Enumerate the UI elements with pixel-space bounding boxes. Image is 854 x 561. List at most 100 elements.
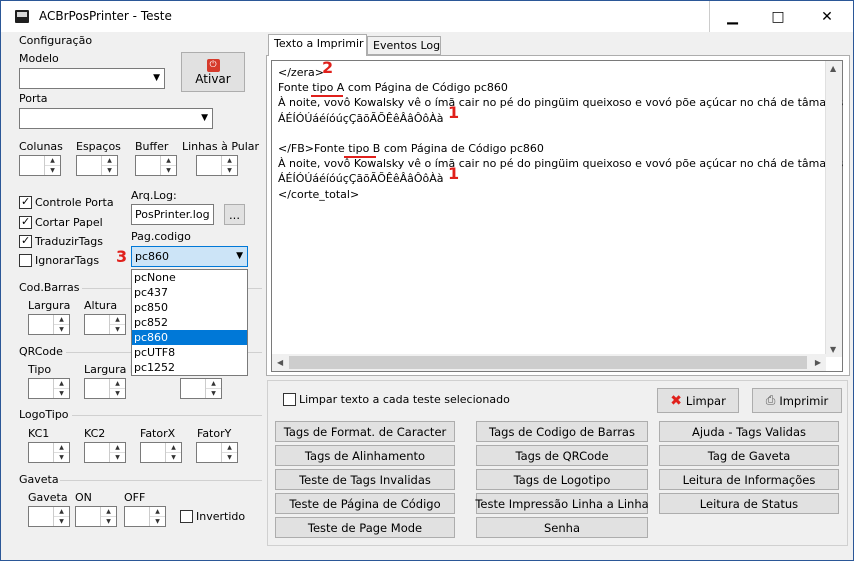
tags-codigo-barras-button[interactable]: Tags de Codigo de Barras [476, 421, 648, 442]
limpar-texto-checkbox[interactable]: Limpar texto a cada teste selecionado [283, 393, 510, 406]
limpar-button[interactable]: ✖ Limpar [657, 388, 739, 413]
pagcodigo-select[interactable]: pc860 ▼ [131, 246, 248, 267]
marker-1-b: 1 [448, 164, 460, 183]
gaveta-spinner[interactable]: ▲ ▼ [28, 506, 70, 527]
codbarras-group-title: Cod.Barras [19, 281, 80, 294]
marker-2: 2 [322, 58, 334, 77]
dropdown-option[interactable]: pc1252 [132, 360, 247, 375]
qrcode-tipo-label: Tipo [28, 363, 52, 376]
teste-pagina-codigo-button[interactable]: Teste de Página de Código [275, 493, 455, 514]
teste-impressao-linha-button[interactable]: Teste Impressão Linha a Linha [475, 493, 649, 514]
dropdown-option[interactable]: pc852 [132, 315, 247, 330]
tag-gaveta-button[interactable]: Tag de Gaveta [659, 445, 839, 466]
qrcode-group-title: QRCode [19, 345, 63, 358]
codbarras-largura-spinner[interactable]: ▲ ▼ [28, 314, 70, 335]
ajuda-tags-validas-button[interactable]: Ajuda - Tags Validas [659, 421, 839, 442]
ativar-button[interactable]: ⏻ Ativar [181, 52, 245, 92]
pagcodigo-dropdown-list: pcNone pc437 pc850 pc852 pc860 pcUTF8 pc… [131, 269, 248, 376]
printer-icon: ⎙ [765, 393, 776, 407]
arqlog-label: Arq.Log: [131, 189, 177, 202]
tags-alinhamento-button[interactable]: Tags de Alinhamento [275, 445, 455, 466]
dropdown-option-selected[interactable]: pc860 [132, 330, 247, 345]
teste-page-mode-button[interactable]: Teste de Page Mode [275, 517, 455, 538]
modelo-select[interactable]: ▼ [19, 68, 165, 89]
underline-tipo-a [311, 95, 343, 97]
porta-label: Porta [19, 92, 48, 105]
marker-3: 3 [116, 247, 128, 266]
chevron-down-icon: ▼ [153, 73, 160, 83]
main-window: ACBrPosPrinter - Teste ▁ □ ✕ Configuraçã… [0, 0, 854, 561]
logotipo-group-title: LogoTipo [19, 408, 69, 421]
espacos-spinner[interactable]: ▲ ▼ [76, 155, 118, 176]
on-label: ON [75, 491, 92, 504]
linhas-label: Linhas à Pular [182, 140, 260, 153]
gaveta-label: Gaveta [28, 491, 68, 504]
horizontal-scrollbar[interactable]: ◀ ▶ [272, 354, 826, 371]
dropdown-option[interactable]: pcUTF8 [132, 345, 247, 360]
codbarras-altura-label: Altura [84, 299, 118, 312]
off-label: OFF [124, 491, 146, 504]
tags-logotipo-button[interactable]: Tags de Logotipo [476, 469, 648, 490]
ignorar-tags-checkbox[interactable]: IgnorarTags [19, 254, 99, 267]
linhas-spinner[interactable]: ▲ ▼ [196, 155, 238, 176]
on-spinner[interactable]: ▲ ▼ [75, 506, 117, 527]
colunas-spinner[interactable]: ▲ ▼ [19, 155, 61, 176]
invertido-checkbox[interactable]: Invertido [180, 510, 245, 523]
underline-tipo-b [344, 156, 376, 158]
gaveta-group-title: Gaveta [19, 473, 59, 486]
codbarras-largura-label: Largura [28, 299, 71, 312]
kc1-spinner[interactable]: ▲ ▼ [28, 442, 70, 463]
imprimir-button[interactable]: ⎙ Imprimir [752, 388, 842, 413]
window-title: ACBrPosPrinter - Teste [39, 9, 172, 23]
actions-panel: Limpar texto a cada teste selecionado ✖ L… [267, 380, 848, 546]
modelo-label: Modelo [19, 52, 59, 65]
title-bar: ACBrPosPrinter - Teste ▁ □ ✕ [1, 1, 853, 32]
kc2-spinner[interactable]: ▲ ▼ [84, 442, 126, 463]
clear-x-icon: ✖ [670, 392, 682, 409]
buffer-label: Buffer [135, 140, 169, 153]
qrcode-tipo-spinner[interactable]: ▲ ▼ [28, 378, 70, 399]
leitura-informacoes-button[interactable]: Leitura de Informações [659, 469, 839, 490]
browse-button[interactable]: ... [224, 204, 245, 225]
minimize-button[interactable]: ▁ [709, 1, 755, 32]
tags-qrcode-button[interactable]: Tags de QRCode [476, 445, 648, 466]
porta-select[interactable]: ▼ [19, 108, 213, 129]
tab-texto-imprimir[interactable]: Texto a Imprimir [268, 34, 367, 56]
traduzir-tags-checkbox[interactable]: TraduzirTags [19, 234, 103, 248]
app-icon [15, 10, 29, 23]
vertical-scrollbar[interactable]: ▲ ▼ [825, 61, 842, 357]
dropdown-option[interactable]: pc850 [132, 300, 247, 315]
codbarras-altura-spinner[interactable]: ▲ ▼ [84, 314, 126, 335]
fatory-label: FatorY [197, 427, 232, 440]
close-button[interactable]: ✕ [801, 1, 853, 32]
editor-content: </zera> Fonte tipo A com Página de Código… [278, 66, 844, 201]
power-icon: ⏻ [206, 58, 220, 72]
tags-format-caracter-button[interactable]: Tags de Format. de Caracter [275, 421, 455, 442]
text-editor[interactable]: </zera> Fonte tipo A com Página de Código… [271, 58, 844, 372]
arqlog-input[interactable]: PosPrinter.log [131, 204, 214, 225]
marker-1-a: 1 [448, 103, 460, 122]
chevron-down-icon: ▼ [236, 251, 243, 261]
right-panel: Texto a Imprimir Eventos Log </zera> Font… [265, 34, 850, 549]
qrcode-largura-spinner[interactable]: ▲ ▼ [84, 378, 126, 399]
kc2-label: KC2 [84, 427, 106, 440]
chevron-down-icon: ▼ [201, 113, 208, 123]
config-group-title: Configuração [19, 34, 93, 47]
maximize-button[interactable]: □ [755, 1, 801, 32]
espacos-label: Espaços [76, 140, 121, 153]
leitura-status-button[interactable]: Leitura de Status [659, 493, 839, 514]
fatorx-spinner[interactable]: ▲ ▼ [140, 442, 182, 463]
fatorx-label: FatorX [140, 427, 176, 440]
senha-button[interactable]: Senha [476, 517, 648, 538]
tab-eventos-log[interactable]: Eventos Log [367, 36, 441, 55]
off-spinner[interactable]: ▲ ▼ [124, 506, 166, 527]
pagcodigo-label: Pag.codigo [131, 230, 191, 243]
dropdown-option[interactable]: pc437 [132, 285, 247, 300]
controle-porta-checkbox[interactable]: Controle Porta [19, 195, 114, 209]
qrcode-errorlevel-spinner[interactable]: ▲ ▼ [180, 378, 222, 399]
teste-tags-invalidas-button[interactable]: Teste de Tags Invalidas [275, 469, 455, 490]
buffer-spinner[interactable]: ▲ ▼ [135, 155, 177, 176]
fatory-spinner[interactable]: ▲ ▼ [196, 442, 238, 463]
dropdown-option[interactable]: pcNone [132, 270, 247, 285]
cortar-papel-checkbox[interactable]: Cortar Papel [19, 215, 103, 229]
